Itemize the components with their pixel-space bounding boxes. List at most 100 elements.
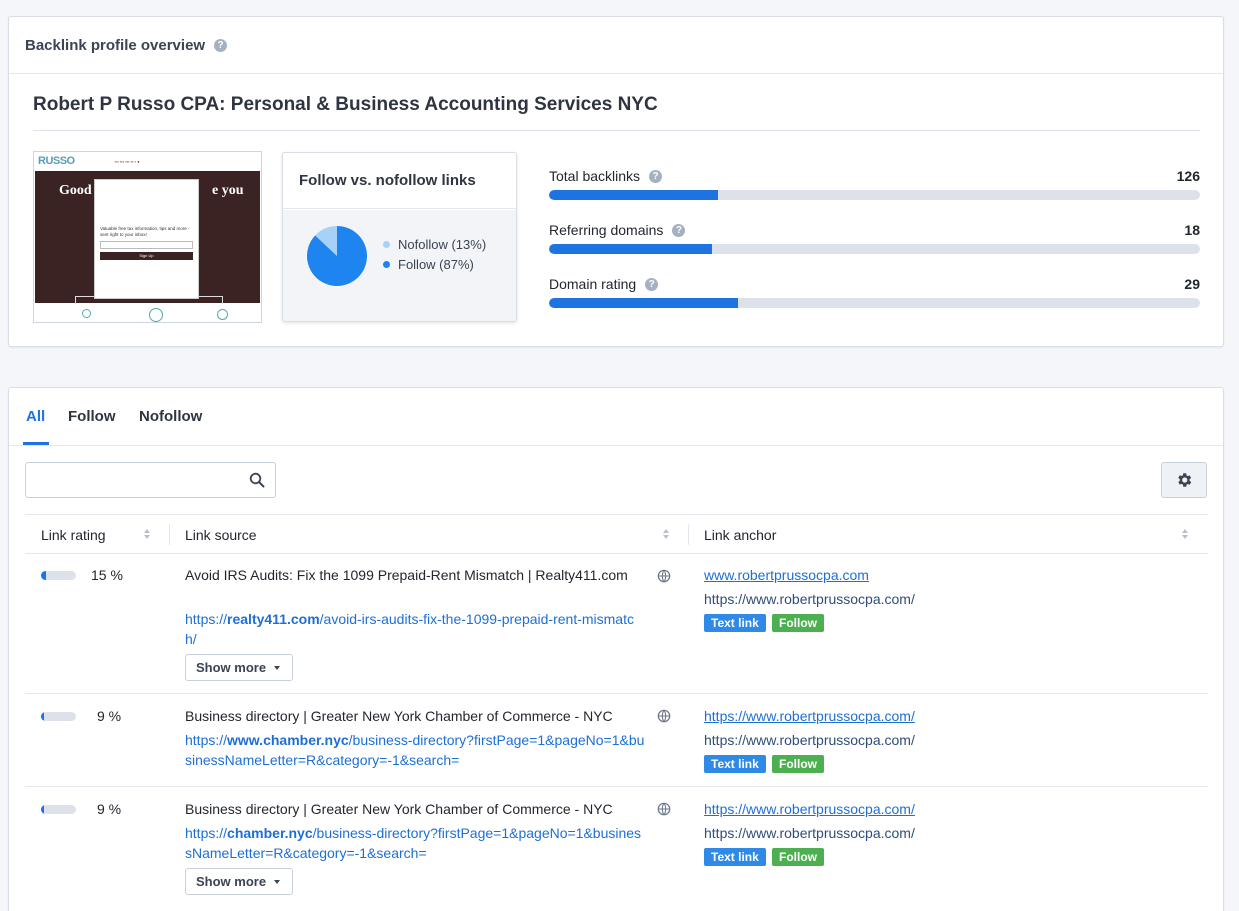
- sort-icon[interactable]: [662, 528, 670, 540]
- link-target-url: https://www.robertprussocpa.com/: [704, 732, 915, 748]
- link-rating-fill: [41, 571, 46, 580]
- help-icon[interactable]: ?: [649, 169, 663, 183]
- chevron-down-icon: [274, 879, 281, 884]
- tab-nofollow[interactable]: Nofollow: [139, 408, 202, 425]
- table-row: 9 % Business directory | Greater New Yor…: [25, 786, 1208, 908]
- column-divider: [169, 524, 170, 545]
- metric-referring-domains: Referring domains? 18: [549, 221, 1200, 254]
- metric-total-backlinks-bar: [549, 190, 1200, 200]
- globe-icon[interactable]: [657, 569, 671, 583]
- metric-domain-rating-bar: [549, 298, 1200, 308]
- sort-icon[interactable]: [143, 528, 151, 540]
- tab-all[interactable]: All: [26, 408, 45, 425]
- table-row: 15 % Avoid IRS Audits: Fix the 1099 Prep…: [25, 553, 1208, 694]
- link-rating-value: 9 %: [97, 708, 122, 724]
- legend-follow-swatch: [383, 261, 390, 268]
- metric-domain-rating: Domain rating? 29: [549, 275, 1200, 308]
- column-link-source[interactable]: Link source: [185, 527, 257, 543]
- site-thumbnail[interactable]: RUSSO ▪▪▪ ▪▪▪ ▪▪▪ ▪▪ ▪ ● Good e you Valu…: [33, 151, 262, 323]
- legend-follow: Follow (87%): [383, 257, 474, 272]
- follow-badge: Follow: [772, 755, 824, 773]
- text-link-badge: Text link: [704, 755, 766, 773]
- link-anchor[interactable]: www.robertprussocpa.com: [704, 567, 869, 583]
- link-source-title: Avoid IRS Audits: Fix the 1099 Prepaid-R…: [185, 567, 628, 583]
- link-target-url: https://www.robertprussocpa.com/: [704, 825, 915, 841]
- tab-follow[interactable]: Follow: [68, 408, 116, 425]
- search-icon[interactable]: [249, 472, 265, 488]
- thumbnail-popup: Valuable free tax information, tips and …: [94, 179, 199, 299]
- help-icon[interactable]: ?: [672, 223, 686, 237]
- legend-nofollow-swatch: [383, 241, 390, 248]
- divider: [33, 130, 1200, 131]
- thumbnail-popup-field: [100, 241, 193, 249]
- column-divider: [688, 524, 689, 545]
- follow-pie-chart: [307, 226, 367, 286]
- column-link-anchor[interactable]: Link anchor: [704, 527, 776, 543]
- url-prefix: https://: [185, 825, 228, 841]
- link-rating-bar: [41, 805, 76, 814]
- legend-follow-label: Follow (87%): [398, 257, 474, 272]
- link-rating-fill: [41, 712, 44, 721]
- link-rating-bar: [41, 571, 76, 580]
- globe-icon[interactable]: [657, 709, 671, 723]
- link-target-url: https://www.robertprussocpa.com/: [704, 591, 915, 607]
- help-icon[interactable]: ?: [214, 38, 228, 52]
- backlinks-table-card: All Follow Nofollow Link rating Link sou…: [8, 387, 1224, 911]
- metric-referring-domains-value: 18: [1184, 222, 1200, 238]
- link-rating-bar: [41, 712, 76, 721]
- overview-header: Backlink profile overview ?: [9, 17, 1223, 74]
- globe-icon[interactable]: [657, 802, 671, 816]
- thumbnail-hero-left: Good: [59, 183, 92, 198]
- thumbnail-logo: RUSSO: [38, 155, 75, 167]
- table-header: Link rating Link source Link anchor: [25, 514, 1208, 553]
- thumbnail-badge-icon: [149, 308, 163, 322]
- thumbnail-badge-icon: [217, 309, 228, 320]
- link-anchor[interactable]: https://www.robertprussocpa.com/: [704, 801, 915, 817]
- legend-nofollow: Nofollow (13%): [383, 237, 486, 252]
- thumbnail-badge-icon: [82, 309, 91, 318]
- text-link-badge: Text link: [704, 848, 766, 866]
- chevron-down-icon: [274, 665, 281, 670]
- link-source-url[interactable]: https://chamber.nyc/business-directory?f…: [185, 823, 645, 863]
- link-source-title: Business directory | Greater New York Ch…: [185, 801, 613, 817]
- show-more-button[interactable]: Show more: [185, 868, 293, 895]
- gear-icon: [1178, 473, 1192, 487]
- filter-tabs: All Follow Nofollow: [9, 388, 1223, 446]
- link-rating-fill: [41, 805, 44, 814]
- link-source-title: Business directory | Greater New York Ch…: [185, 708, 613, 724]
- metric-referring-domains-label: Referring domains: [549, 222, 664, 238]
- url-domain: www.chamber.nyc: [227, 732, 349, 748]
- thumbnail-hero-right: e you: [212, 183, 244, 198]
- link-rating-value: 9 %: [97, 801, 122, 817]
- table-row: 9 % Business directory | Greater New Yor…: [25, 693, 1208, 787]
- follow-nofollow-card: Follow vs. nofollow links Nofollow (13%)…: [282, 152, 517, 322]
- thumbnail-navlinks: ▪▪▪ ▪▪▪ ▪▪▪ ▪▪ ▪ ●: [114, 158, 140, 164]
- thumbnail-footer: [34, 304, 261, 322]
- link-rating-value: 15 %: [91, 567, 123, 583]
- text-link-badge: Text link: [704, 614, 766, 632]
- sort-icon[interactable]: [1181, 528, 1189, 540]
- url-prefix: https://: [185, 732, 228, 748]
- site-title: Robert P Russo CPA: Personal & Business …: [33, 94, 658, 115]
- metric-referring-domains-fill: [549, 244, 712, 254]
- metric-domain-rating-fill: [549, 298, 738, 308]
- thumbnail-popup-text: Valuable free tax information, tips and …: [100, 226, 190, 237]
- metric-total-backlinks-value: 126: [1176, 168, 1200, 184]
- help-icon[interactable]: ?: [645, 277, 659, 291]
- metric-total-backlinks-label: Total backlinks: [549, 168, 641, 184]
- show-more-button[interactable]: Show more: [185, 654, 293, 681]
- follow-badge: Follow: [772, 848, 824, 866]
- settings-button[interactable]: [1161, 462, 1207, 498]
- search-input[interactable]: [25, 462, 276, 498]
- metric-referring-domains-bar: [549, 244, 1200, 254]
- active-tab-indicator: [23, 442, 49, 445]
- url-domain: chamber.nyc: [227, 825, 313, 841]
- link-source-url[interactable]: https://www.chamber.nyc/business-directo…: [185, 730, 645, 770]
- thumbnail-popup-button: Sign Up: [100, 252, 193, 260]
- column-link-rating[interactable]: Link rating: [41, 527, 106, 543]
- thumbnail-nav: RUSSO ▪▪▪ ▪▪▪ ▪▪▪ ▪▪ ▪ ●: [34, 152, 261, 170]
- link-source-url[interactable]: https://realty411.com/avoid-irs-audits-f…: [185, 609, 645, 649]
- link-anchor[interactable]: https://www.robertprussocpa.com/: [704, 708, 915, 724]
- legend-nofollow-label: Nofollow (13%): [398, 237, 487, 252]
- metric-total-backlinks: Total backlinks? 126: [549, 167, 1200, 200]
